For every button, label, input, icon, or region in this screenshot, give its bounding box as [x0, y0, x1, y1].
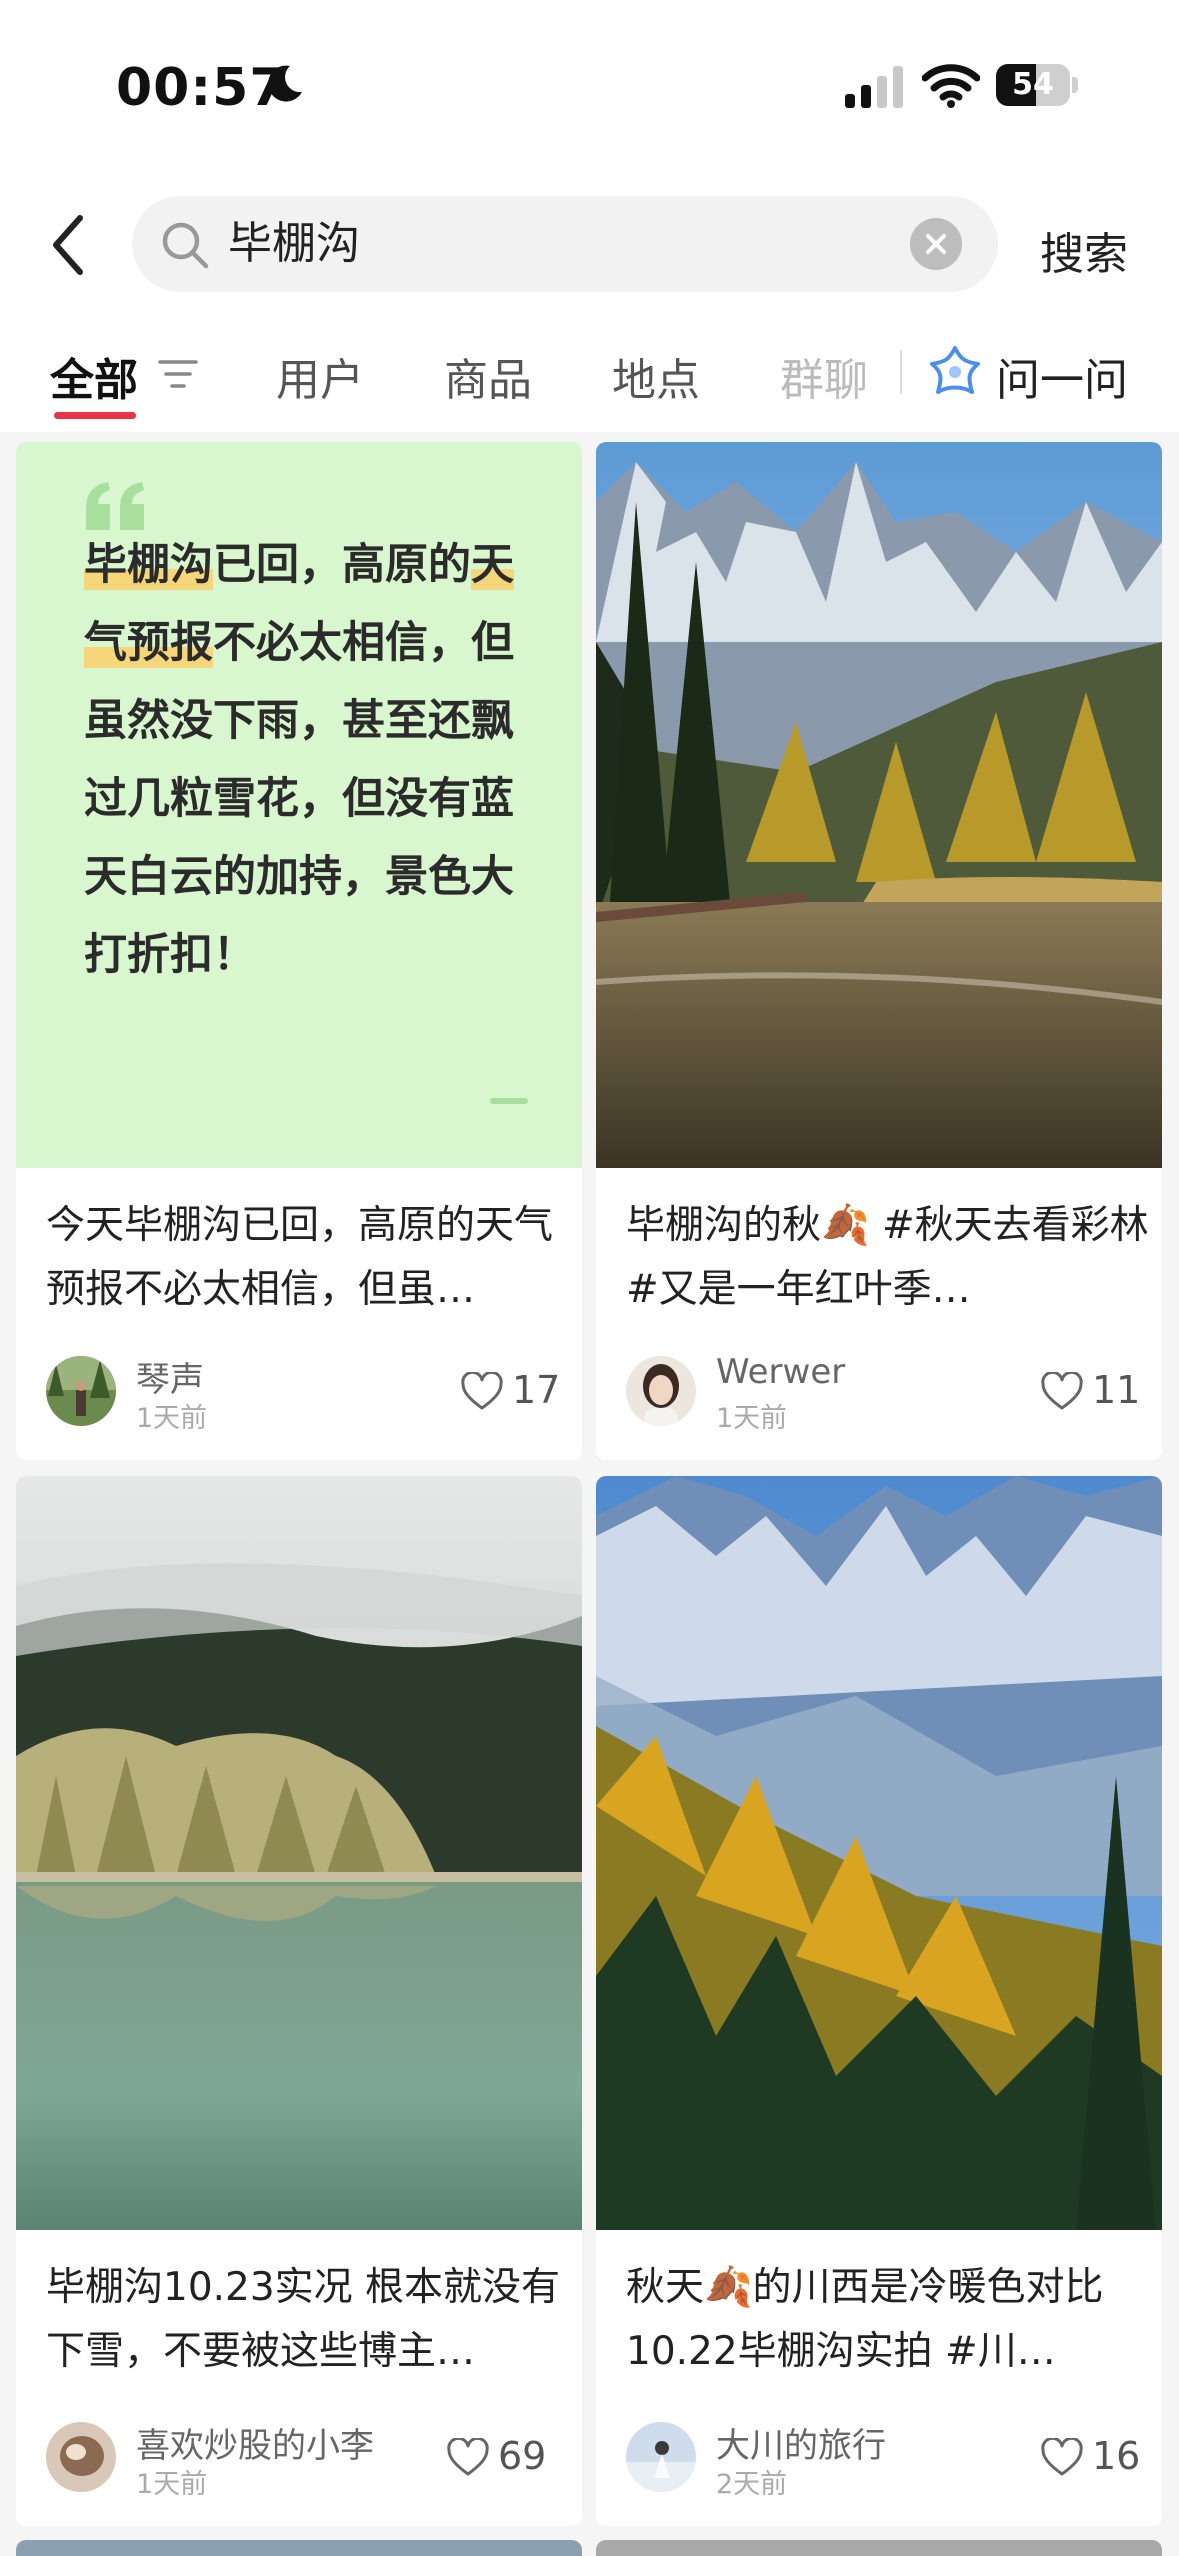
battery-percent: 54	[1012, 67, 1054, 102]
quote-text: 毕棚沟已回，高原的天气预报不必太相信，但虽然没下雨，甚至还飘过几粒雪花，但没有蓝…	[84, 540, 514, 980]
active-tab-indicator	[54, 412, 136, 419]
status-bar: 00:57 54	[0, 0, 1179, 170]
note-card[interactable]: 毕棚沟10.23实况 根本就没有下雪，不要被这些博主… 喜欢炒股的小李 1天前 …	[16, 1476, 582, 2526]
heart-icon[interactable]	[460, 1372, 504, 1412]
tab-all[interactable]: 全部	[50, 344, 138, 408]
search-query[interactable]: 毕棚沟	[228, 216, 360, 272]
ask-ai-icon[interactable]	[928, 344, 982, 400]
search-icon	[162, 222, 209, 269]
tab-group-chats[interactable]: 群聊	[780, 344, 868, 408]
author-name[interactable]: Werwer	[716, 1352, 845, 1392]
tab-users[interactable]: 用户	[276, 344, 364, 408]
avatar[interactable]	[46, 2422, 116, 2492]
like-count: 69	[498, 2434, 547, 2478]
note-card[interactable]: 毕棚沟的秋🍂 #秋天去看彩林 #又是一年红叶季… Werwer 1天前 11	[596, 442, 1162, 1460]
author-name[interactable]: 大川的旅行	[716, 2418, 886, 2467]
search-button[interactable]: 搜索	[1040, 218, 1128, 282]
post-time: 1天前	[716, 1403, 788, 1434]
post-time: 1天前	[136, 1403, 208, 1434]
tab-ask[interactable]: 问一问	[996, 344, 1128, 408]
search-input[interactable]: 毕棚沟	[132, 196, 998, 292]
quote-cover: 毕棚沟已回，高原的天气预报不必太相信，但虽然没下雨，甚至还飘过几粒雪花，但没有蓝…	[16, 442, 582, 1168]
search-tabs: 全部 用户 商品 地点 群聊 问一问	[0, 320, 1179, 432]
cover-image	[596, 442, 1162, 1168]
status-time: 00:57	[116, 58, 287, 118]
tab-products[interactable]: 商品	[444, 344, 532, 408]
heart-icon[interactable]	[1040, 1372, 1084, 1412]
next-card-peek	[596, 2540, 1162, 2556]
back-icon[interactable]	[44, 210, 94, 280]
note-title: 秋天🍂的川西是冷暖色对比 10.22毕棚沟实拍 #川…	[626, 2265, 1104, 2374]
post-time: 1天前	[136, 2469, 208, 2500]
note-title: 毕棚沟的秋🍂 #秋天去看彩林 #又是一年红叶季…	[626, 1203, 1149, 1312]
search-header: 毕棚沟 搜索	[0, 170, 1179, 320]
clear-icon[interactable]	[910, 218, 962, 270]
note-title: 毕棚沟10.23实况 根本就没有下雪，不要被这些博主…	[46, 2265, 561, 2374]
tab-places[interactable]: 地点	[612, 344, 700, 408]
avatar[interactable]	[46, 1356, 116, 1426]
post-time: 2天前	[716, 2469, 788, 2500]
tab-divider	[900, 350, 902, 394]
wifi-icon	[922, 64, 980, 108]
note-title: 今天毕棚沟已回，高原的天气预报不必太相信，但虽…	[46, 1203, 554, 1312]
avatar[interactable]	[626, 1356, 696, 1426]
heart-icon[interactable]	[1040, 2438, 1084, 2478]
author-name[interactable]: 喜欢炒股的小李	[136, 2418, 374, 2467]
moon-icon	[268, 65, 302, 102]
signal-icon	[845, 66, 903, 108]
cover-image	[16, 1476, 582, 2230]
like-count: 11	[1092, 1368, 1141, 1412]
author-name[interactable]: 琴声	[136, 1352, 204, 1401]
note-card[interactable]: 毕棚沟已回，高原的天气预报不必太相信，但虽然没下雨，甚至还飘过几粒雪花，但没有蓝…	[16, 442, 582, 1460]
avatar[interactable]	[626, 2422, 696, 2492]
cover-image	[596, 1476, 1162, 2230]
like-count: 16	[1092, 2434, 1141, 2478]
like-count: 17	[512, 1368, 561, 1412]
next-card-peek	[16, 2540, 582, 2556]
heart-icon[interactable]	[446, 2438, 490, 2478]
filter-icon[interactable]	[158, 356, 198, 392]
note-card[interactable]: 秋天🍂的川西是冷暖色对比 10.22毕棚沟实拍 #川… 大川的旅行 2天前 16	[596, 1476, 1162, 2526]
battery-icon: 54	[996, 64, 1078, 106]
